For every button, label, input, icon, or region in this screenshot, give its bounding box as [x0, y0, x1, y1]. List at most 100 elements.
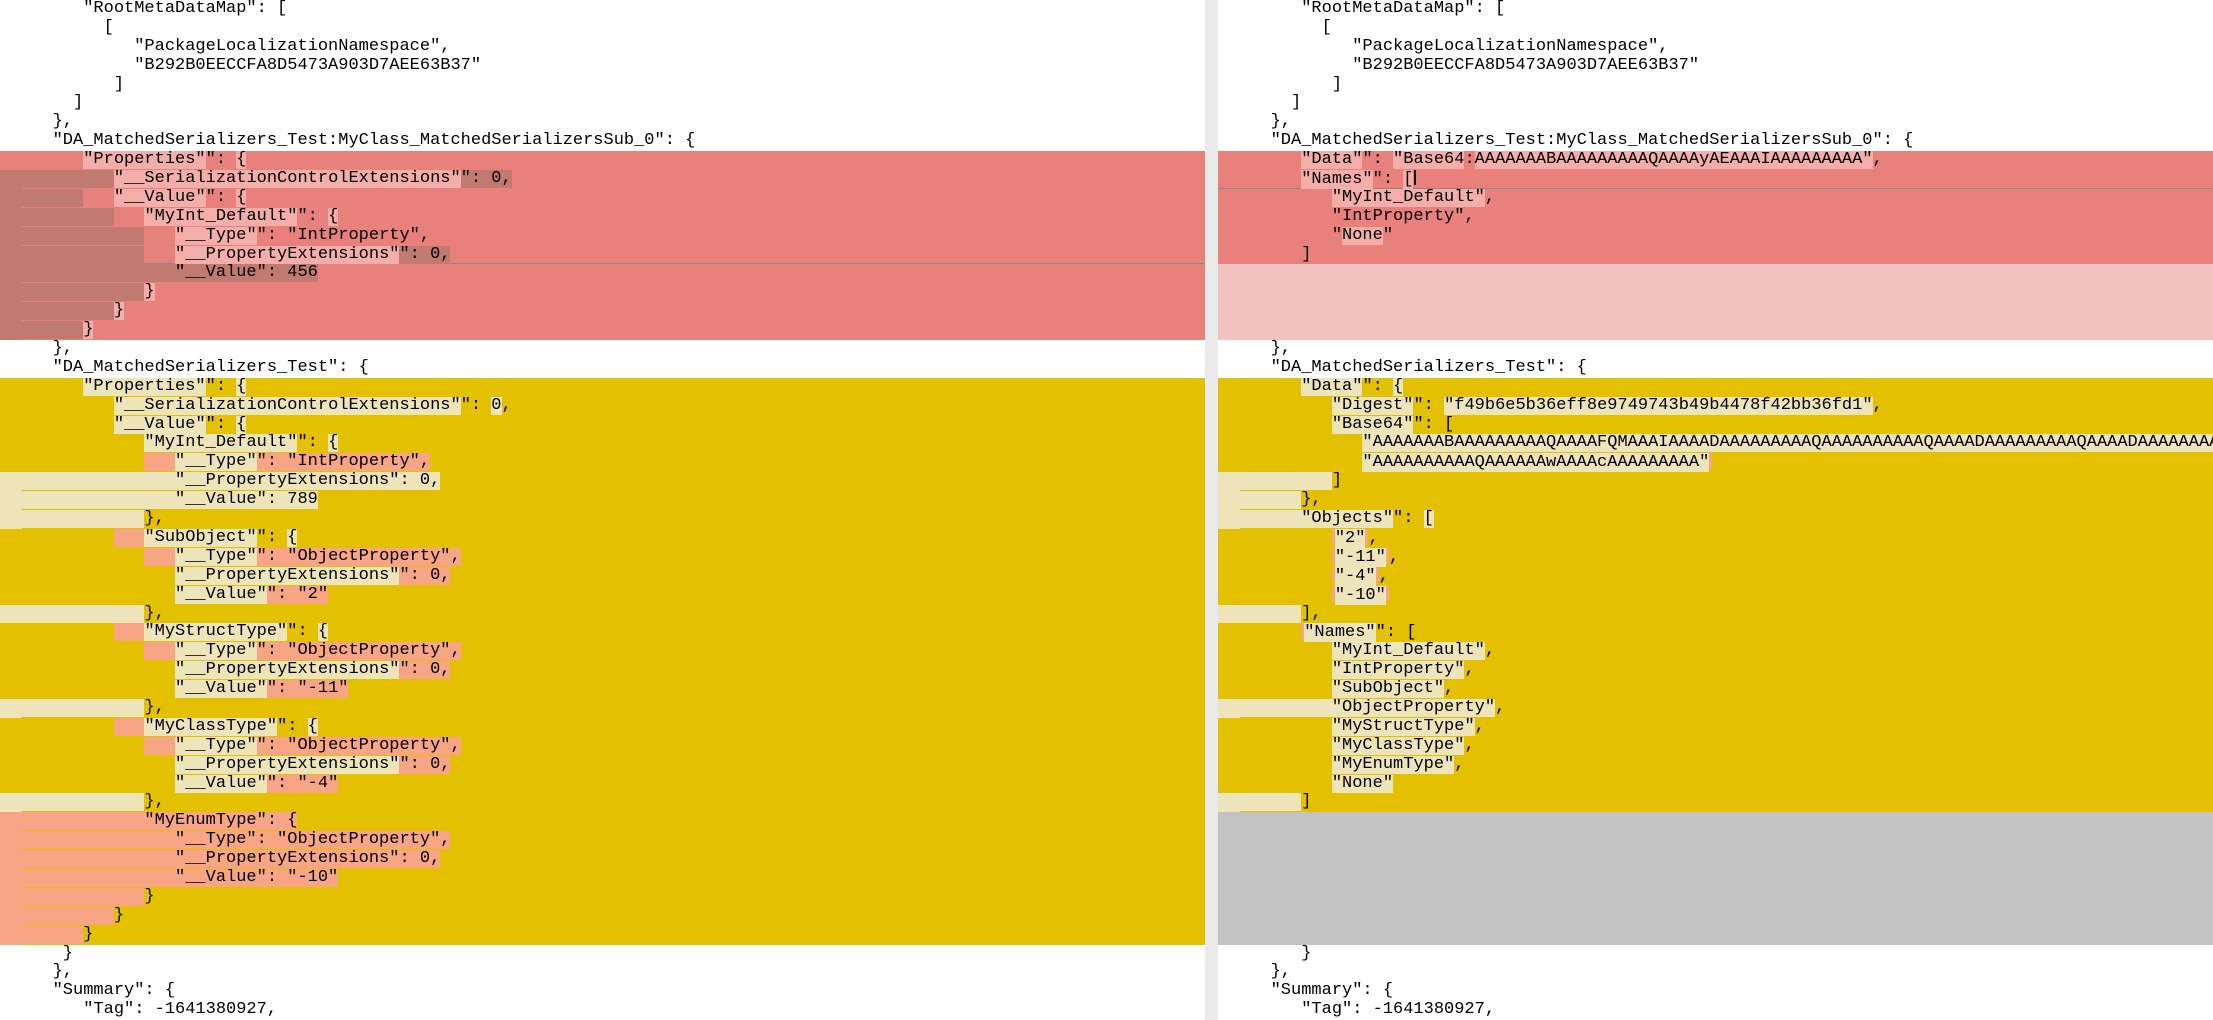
- code-line[interactable]: "MyInt_Default",: [1218, 189, 2213, 208]
- code-line[interactable]: ]: [1218, 76, 2213, 95]
- code-line[interactable]: "MyInt_Default"": {: [0, 434, 1205, 453]
- code-line[interactable]: "PackageLocalizationNamespace",: [1218, 38, 2213, 57]
- code-line[interactable]: "IntProperty",: [1218, 208, 2213, 227]
- code-line[interactable]: ]: [0, 76, 1205, 95]
- code-line[interactable]: [1218, 888, 2213, 907]
- code-line[interactable]: "MyEnumType": {: [0, 812, 1205, 831]
- code-line[interactable]: "__Value": 456: [0, 264, 1205, 283]
- code-line[interactable]: "__Type"": "ObjectProperty",: [0, 737, 1205, 756]
- code-line[interactable]: "DA_MatchedSerializers_Test": {: [1218, 359, 2213, 378]
- code-line[interactable]: [1218, 850, 2213, 869]
- code-line[interactable]: [: [0, 19, 1205, 38]
- code-line[interactable]: "__Type"": "ObjectProperty",: [0, 548, 1205, 567]
- code-line[interactable]: }: [0, 926, 1205, 945]
- code-line[interactable]: "B292B0EECCFA8D5473A903D7AEE63B37": [1218, 57, 2213, 76]
- code-line[interactable]: "Data"": {: [1218, 378, 2213, 397]
- code-line[interactable]: "-11",: [1218, 548, 2213, 567]
- code-line[interactable]: },: [0, 605, 1205, 624]
- code-line[interactable]: "Objects"": [: [1218, 510, 2213, 529]
- code-line[interactable]: },: [0, 113, 1205, 132]
- code-line[interactable]: "__Value"": "2": [0, 586, 1205, 605]
- code-line[interactable]: "__Type"": "IntProperty",: [0, 227, 1205, 246]
- code-line[interactable]: "__Value": "-10": [0, 869, 1205, 888]
- code-line[interactable]: [1218, 831, 2213, 850]
- code-line[interactable]: "Properties"": {: [0, 151, 1205, 170]
- code-line[interactable]: },: [0, 340, 1205, 359]
- code-line[interactable]: }: [0, 321, 1205, 340]
- code-line[interactable]: "RootMetaDataMap": [: [0, 0, 1205, 19]
- code-line[interactable]: "Names"": [: [1218, 170, 2213, 189]
- code-line[interactable]: "Names"": [: [1218, 623, 2213, 642]
- code-line[interactable]: "Base64"": [: [1218, 416, 2213, 435]
- code-line[interactable]: "__PropertyExtensions"": 0,: [0, 246, 1205, 265]
- left-diff-pane[interactable]: "RootMetaDataMap": [ [ "PackageLocalizat…: [0, 0, 1205, 1020]
- code-line[interactable]: "__Type"": "ObjectProperty",: [0, 642, 1205, 661]
- code-line[interactable]: "SubObject"": {: [0, 529, 1205, 548]
- code-line[interactable]: "Digest"": "f49b6e5b36eff8e9749743b49b44…: [1218, 397, 2213, 416]
- code-line[interactable]: [1218, 283, 2213, 302]
- code-line[interactable]: },: [0, 510, 1205, 529]
- code-line[interactable]: },: [1218, 340, 2213, 359]
- code-line[interactable]: [1218, 907, 2213, 926]
- code-line[interactable]: "Summary": {: [0, 982, 1205, 1001]
- code-line[interactable]: }: [0, 302, 1205, 321]
- code-line[interactable]: "__Value"": {: [0, 189, 1205, 208]
- code-line[interactable]: ]: [1218, 246, 2213, 265]
- code-line[interactable]: },: [1218, 113, 2213, 132]
- code-line[interactable]: "MyInt_Default",: [1218, 642, 2213, 661]
- code-line[interactable]: "-4",: [1218, 567, 2213, 586]
- code-line[interactable]: "-10": [1218, 586, 2213, 605]
- code-line[interactable]: "__Value"": "-11": [0, 680, 1205, 699]
- code-line[interactable]: "__SerializationControlExtensions"": 0,: [0, 170, 1205, 189]
- code-line[interactable]: "MyInt_Default"": {: [0, 208, 1205, 227]
- code-line[interactable]: "DA_MatchedSerializers_Test:MyClass_Matc…: [1218, 132, 2213, 151]
- code-line[interactable]: "__Value": 789: [0, 491, 1205, 510]
- code-line[interactable]: "Tag": -1641380927,: [1218, 1001, 2213, 1020]
- code-line[interactable]: "PackageLocalizationNamespace",: [0, 38, 1205, 57]
- code-line[interactable]: "MyClassType",: [1218, 737, 2213, 756]
- code-line[interactable]: "Data"": "Base64:AAAAAAABAAAAAAAAAQAAAAy…: [1218, 151, 2213, 170]
- code-line[interactable]: "None": [1218, 775, 2213, 794]
- code-line[interactable]: },: [0, 699, 1205, 718]
- code-line[interactable]: [1218, 812, 2213, 831]
- code-line[interactable]: "None": [1218, 227, 2213, 246]
- code-line[interactable]: "__Type"": "IntProperty",: [0, 453, 1205, 472]
- code-line[interactable]: }: [1218, 945, 2213, 964]
- code-line[interactable]: "__PropertyExtensions": 0,: [0, 850, 1205, 869]
- code-line[interactable]: "RootMetaDataMap": [: [1218, 0, 2213, 19]
- code-line[interactable]: "MyStructType",: [1218, 718, 2213, 737]
- code-line[interactable]: "IntProperty",: [1218, 661, 2213, 680]
- code-line[interactable]: },: [1218, 963, 2213, 982]
- code-line[interactable]: "AAAAAAABAAAAAAAAAQAAAAFQMAAAIAAAADAAAAA…: [1218, 434, 2213, 453]
- code-line[interactable]: }: [0, 888, 1205, 907]
- code-line[interactable]: ]: [0, 94, 1205, 113]
- code-line[interactable]: "DA_MatchedSerializers_Test": {: [0, 359, 1205, 378]
- code-line[interactable]: "SubObject",: [1218, 680, 2213, 699]
- code-line[interactable]: "__Value"": {: [0, 416, 1205, 435]
- code-line[interactable]: }: [0, 907, 1205, 926]
- right-diff-pane[interactable]: "RootMetaDataMap": [ [ "PackageLocalizat…: [1218, 0, 2213, 1020]
- code-line[interactable]: ]: [1218, 472, 2213, 491]
- code-line[interactable]: "__Type": "ObjectProperty",: [0, 831, 1205, 850]
- code-line[interactable]: [1218, 302, 2213, 321]
- code-line[interactable]: ],: [1218, 605, 2213, 624]
- code-line[interactable]: [: [1218, 19, 2213, 38]
- code-line[interactable]: "DA_MatchedSerializers_Test:MyClass_Matc…: [0, 132, 1205, 151]
- code-line[interactable]: }: [0, 283, 1205, 302]
- code-line[interactable]: "__PropertyExtensions": 0,: [0, 472, 1205, 491]
- code-line[interactable]: [1218, 264, 2213, 283]
- code-line[interactable]: [1218, 321, 2213, 340]
- code-line[interactable]: [1218, 926, 2213, 945]
- code-line[interactable]: "__SerializationControlExtensions"": 0,: [0, 397, 1205, 416]
- code-line[interactable]: "MyClassType"": {: [0, 718, 1205, 737]
- code-line[interactable]: [1218, 869, 2213, 888]
- code-line[interactable]: "B292B0EECCFA8D5473A903D7AEE63B37": [0, 57, 1205, 76]
- code-line[interactable]: "Properties"": {: [0, 378, 1205, 397]
- code-line[interactable]: },: [0, 793, 1205, 812]
- split-divider[interactable]: [1205, 0, 1218, 1020]
- code-line[interactable]: "Tag": -1641380927,: [0, 1001, 1205, 1020]
- code-line[interactable]: },: [1218, 491, 2213, 510]
- code-line[interactable]: "__PropertyExtensions"": 0,: [0, 756, 1205, 775]
- code-line[interactable]: "__PropertyExtensions"": 0,: [0, 661, 1205, 680]
- code-line[interactable]: "2",: [1218, 529, 2213, 548]
